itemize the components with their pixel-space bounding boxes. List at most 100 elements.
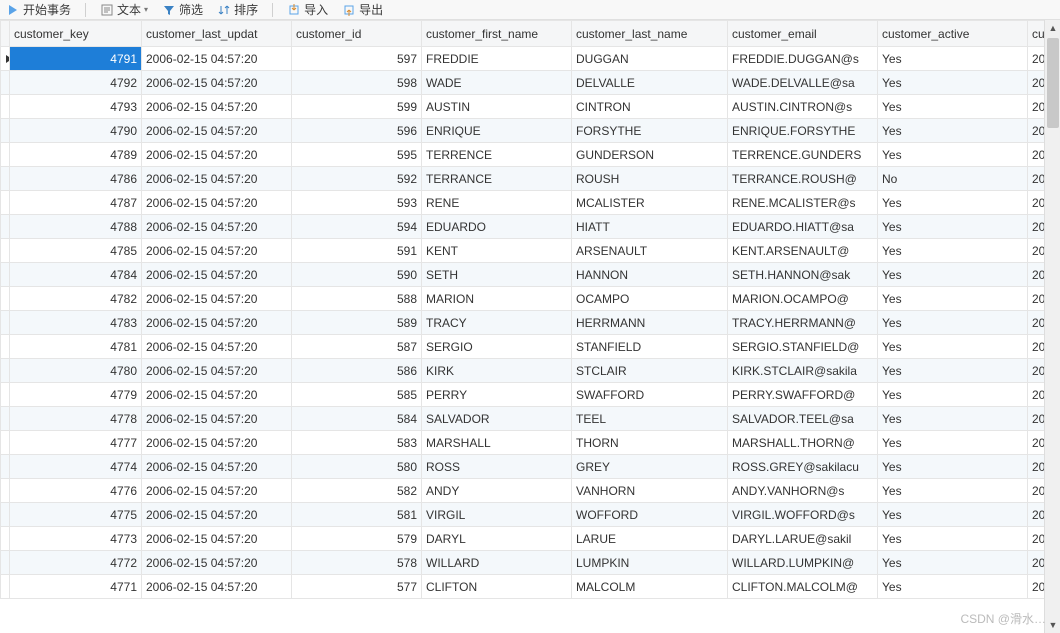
cell-last-update[interactable]: 2006-02-15 04:57:20	[142, 119, 292, 143]
cell-key[interactable]: 4781	[10, 335, 142, 359]
cell-id[interactable]: 582	[292, 479, 422, 503]
cell-key[interactable]: 4779	[10, 383, 142, 407]
cell-last-name[interactable]: MCALISTER	[572, 191, 728, 215]
cell-email[interactable]: ROSS.GREY@sakilacu	[728, 455, 878, 479]
cell-active[interactable]: Yes	[878, 191, 1028, 215]
cell-first-name[interactable]: VIRGIL	[422, 503, 572, 527]
column-header-last-name[interactable]: customer_last_name	[572, 21, 728, 47]
table-row[interactable]: 47892006-02-15 04:57:20595TERRENCEGUNDER…	[1, 143, 1060, 167]
cell-email[interactable]: PERRY.SWAFFORD@	[728, 383, 878, 407]
cell-email[interactable]: SERGIO.STANFIELD@	[728, 335, 878, 359]
table-row[interactable]: 47782006-02-15 04:57:20584SALVADORTEELSA…	[1, 407, 1060, 431]
cell-email[interactable]: MARSHALL.THORN@	[728, 431, 878, 455]
cell-active[interactable]: Yes	[878, 263, 1028, 287]
cell-first-name[interactable]: DARYL	[422, 527, 572, 551]
gutter-cell[interactable]	[1, 47, 10, 71]
table-row[interactable]: 47762006-02-15 04:57:20582ANDYVANHORNAND…	[1, 479, 1060, 503]
cell-last-update[interactable]: 2006-02-15 04:57:20	[142, 263, 292, 287]
cell-first-name[interactable]: MARION	[422, 287, 572, 311]
table-row[interactable]: 47912006-02-15 04:57:20597FREDDIEDUGGANF…	[1, 47, 1060, 71]
cell-active[interactable]: Yes	[878, 335, 1028, 359]
table-row[interactable]: 47732006-02-15 04:57:20579DARYLLARUEDARY…	[1, 527, 1060, 551]
gutter-cell[interactable]	[1, 287, 10, 311]
cell-email[interactable]: SETH.HANNON@sak	[728, 263, 878, 287]
table-row[interactable]: 47752006-02-15 04:57:20581VIRGILWOFFORDV…	[1, 503, 1060, 527]
cell-email[interactable]: CLIFTON.MALCOLM@	[728, 575, 878, 599]
cell-last-name[interactable]: DUGGAN	[572, 47, 728, 71]
cell-email[interactable]: ANDY.VANHORN@s	[728, 479, 878, 503]
cell-email[interactable]: KENT.ARSENAULT@	[728, 239, 878, 263]
cell-active[interactable]: Yes	[878, 527, 1028, 551]
cell-email[interactable]: SALVADOR.TEEL@sa	[728, 407, 878, 431]
cell-first-name[interactable]: ANDY	[422, 479, 572, 503]
cell-key[interactable]: 4786	[10, 167, 142, 191]
cell-id[interactable]: 590	[292, 263, 422, 287]
cell-last-update[interactable]: 2006-02-15 04:57:20	[142, 215, 292, 239]
gutter-cell[interactable]	[1, 359, 10, 383]
cell-last-name[interactable]: HANNON	[572, 263, 728, 287]
cell-id[interactable]: 595	[292, 143, 422, 167]
cell-last-update[interactable]: 2006-02-15 04:57:20	[142, 239, 292, 263]
gutter-cell[interactable]	[1, 431, 10, 455]
cell-last-name[interactable]: THORN	[572, 431, 728, 455]
cell-last-name[interactable]: GUNDERSON	[572, 143, 728, 167]
cell-id[interactable]: 586	[292, 359, 422, 383]
cell-active[interactable]: Yes	[878, 575, 1028, 599]
gutter-cell[interactable]	[1, 383, 10, 407]
column-header-email[interactable]: customer_email	[728, 21, 878, 47]
cell-first-name[interactable]: CLIFTON	[422, 575, 572, 599]
cell-id[interactable]: 587	[292, 335, 422, 359]
cell-key[interactable]: 4792	[10, 71, 142, 95]
cell-id[interactable]: 581	[292, 503, 422, 527]
cell-id[interactable]: 588	[292, 287, 422, 311]
scroll-up-icon[interactable]: ▲	[1045, 20, 1060, 36]
cell-key[interactable]: 4775	[10, 503, 142, 527]
gutter-cell[interactable]	[1, 191, 10, 215]
export-button[interactable]: 导出	[342, 1, 383, 18]
cell-active[interactable]: No	[878, 167, 1028, 191]
cell-active[interactable]: Yes	[878, 47, 1028, 71]
cell-id[interactable]: 584	[292, 407, 422, 431]
cell-id[interactable]: 592	[292, 167, 422, 191]
table-row[interactable]: 47872006-02-15 04:57:20593RENEMCALISTERR…	[1, 191, 1060, 215]
cell-key[interactable]: 4780	[10, 359, 142, 383]
cell-key[interactable]: 4789	[10, 143, 142, 167]
cell-key[interactable]: 4785	[10, 239, 142, 263]
gutter-cell[interactable]	[1, 311, 10, 335]
data-grid[interactable]: customer_key customer_last_updat custome…	[0, 20, 1060, 633]
cell-first-name[interactable]: SETH	[422, 263, 572, 287]
gutter-cell[interactable]	[1, 551, 10, 575]
gutter-cell[interactable]	[1, 71, 10, 95]
gutter-cell[interactable]	[1, 95, 10, 119]
cell-last-update[interactable]: 2006-02-15 04:57:20	[142, 167, 292, 191]
cell-id[interactable]: 591	[292, 239, 422, 263]
cell-email[interactable]: TERRENCE.GUNDERS	[728, 143, 878, 167]
table-row[interactable]: 47802006-02-15 04:57:20586KIRKSTCLAIRKIR…	[1, 359, 1060, 383]
cell-last-name[interactable]: FORSYTHE	[572, 119, 728, 143]
cell-first-name[interactable]: MARSHALL	[422, 431, 572, 455]
cell-last-update[interactable]: 2006-02-15 04:57:20	[142, 359, 292, 383]
cell-email[interactable]: VIRGIL.WOFFORD@s	[728, 503, 878, 527]
cell-email[interactable]: WILLARD.LUMPKIN@	[728, 551, 878, 575]
gutter-cell[interactable]	[1, 119, 10, 143]
cell-key[interactable]: 4771	[10, 575, 142, 599]
cell-first-name[interactable]: SERGIO	[422, 335, 572, 359]
gutter-cell[interactable]	[1, 263, 10, 287]
cell-id[interactable]: 594	[292, 215, 422, 239]
cell-key[interactable]: 4774	[10, 455, 142, 479]
text-button[interactable]: 文本 ▾	[100, 1, 148, 18]
table-row[interactable]: 47792006-02-15 04:57:20585PERRYSWAFFORDP…	[1, 383, 1060, 407]
table-row[interactable]: 47822006-02-15 04:57:20588MARIONOCAMPOMA…	[1, 287, 1060, 311]
cell-active[interactable]: Yes	[878, 287, 1028, 311]
cell-id[interactable]: 585	[292, 383, 422, 407]
cell-first-name[interactable]: WADE	[422, 71, 572, 95]
cell-key[interactable]: 4773	[10, 527, 142, 551]
cell-last-update[interactable]: 2006-02-15 04:57:20	[142, 575, 292, 599]
cell-last-update[interactable]: 2006-02-15 04:57:20	[142, 431, 292, 455]
cell-last-update[interactable]: 2006-02-15 04:57:20	[142, 479, 292, 503]
table-row[interactable]: 47832006-02-15 04:57:20589TRACYHERRMANNT…	[1, 311, 1060, 335]
table-row[interactable]: 47712006-02-15 04:57:20577CLIFTONMALCOLM…	[1, 575, 1060, 599]
cell-key[interactable]: 4787	[10, 191, 142, 215]
cell-active[interactable]: Yes	[878, 551, 1028, 575]
cell-last-name[interactable]: VANHORN	[572, 479, 728, 503]
